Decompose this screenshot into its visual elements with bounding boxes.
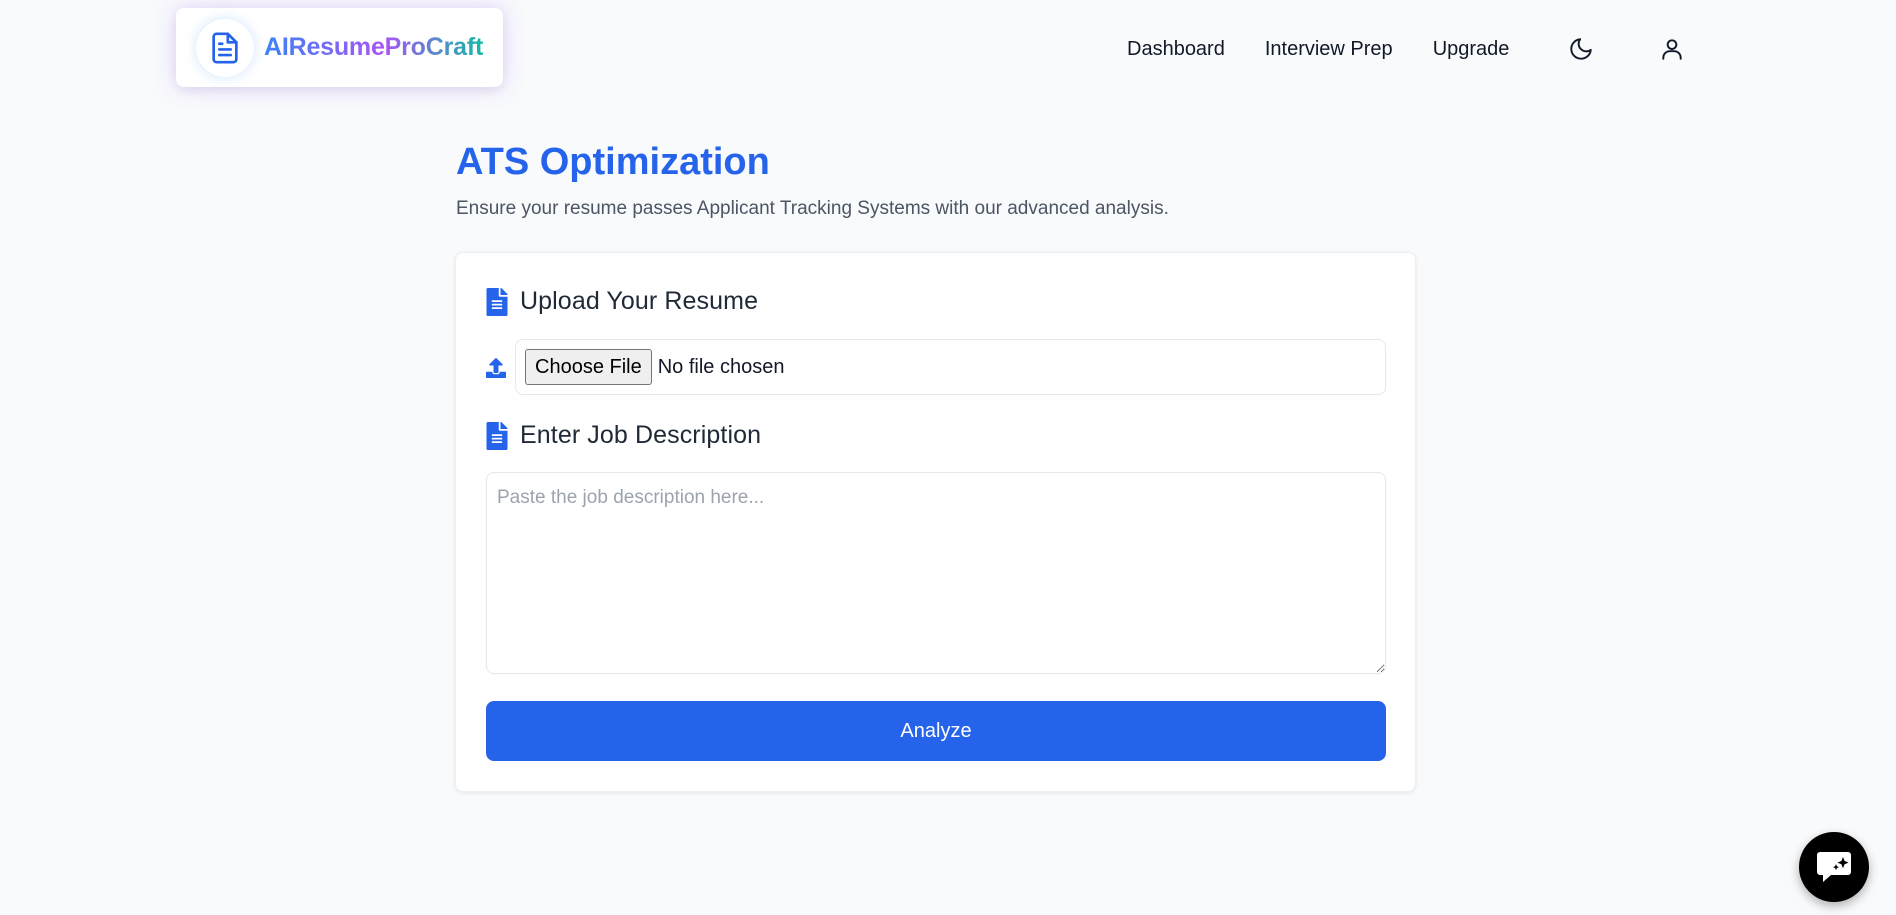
logo-badge: [196, 18, 254, 77]
moon-icon: [1570, 38, 1592, 60]
job-description-textarea[interactable]: [486, 472, 1386, 674]
brand-name: AIResumeProCraft: [264, 33, 484, 61]
document-icon: [212, 31, 238, 64]
file-status-text: No file chosen: [657, 355, 785, 378]
chat-assistant-button[interactable]: [1799, 832, 1869, 902]
resume-file-input[interactable]: Choose File No file chosen: [515, 339, 1386, 395]
user-icon: [1662, 39, 1682, 60]
theme-toggle-button[interactable]: [1566, 34, 1596, 64]
brand-logo[interactable]: AIResumeProCraft: [176, 8, 503, 87]
page-subtitle: Ensure your resume passes Applicant Trac…: [456, 198, 1169, 219]
upload-icon: [486, 358, 506, 378]
nav-interview-prep[interactable]: Interview Prep: [1265, 35, 1393, 63]
file-text-icon: [486, 287, 508, 316]
nav-dashboard[interactable]: Dashboard: [1127, 35, 1225, 63]
upload-heading-text: Upload Your Resume: [520, 287, 759, 315]
top-nav: Dashboard Interview Prep Upgrade: [1127, 35, 1509, 63]
job-description-heading: Enter Job Description: [486, 421, 761, 450]
choose-file-button[interactable]: Choose File: [525, 349, 652, 385]
chat-sparkle-icon: [1817, 852, 1851, 882]
upload-heading: Upload Your Resume: [486, 287, 758, 316]
page-title: ATS Optimization: [456, 141, 770, 183]
file-text-icon: [486, 421, 508, 450]
upload-row: Choose File No file chosen: [486, 339, 1386, 397]
job-description-heading-text: Enter Job Description: [520, 421, 762, 449]
analyze-button[interactable]: Analyze: [486, 701, 1386, 761]
account-button[interactable]: [1657, 34, 1687, 64]
nav-upgrade[interactable]: Upgrade: [1433, 35, 1510, 63]
ats-form-card: Upload Your Resume Choose File No file c…: [455, 252, 1416, 792]
